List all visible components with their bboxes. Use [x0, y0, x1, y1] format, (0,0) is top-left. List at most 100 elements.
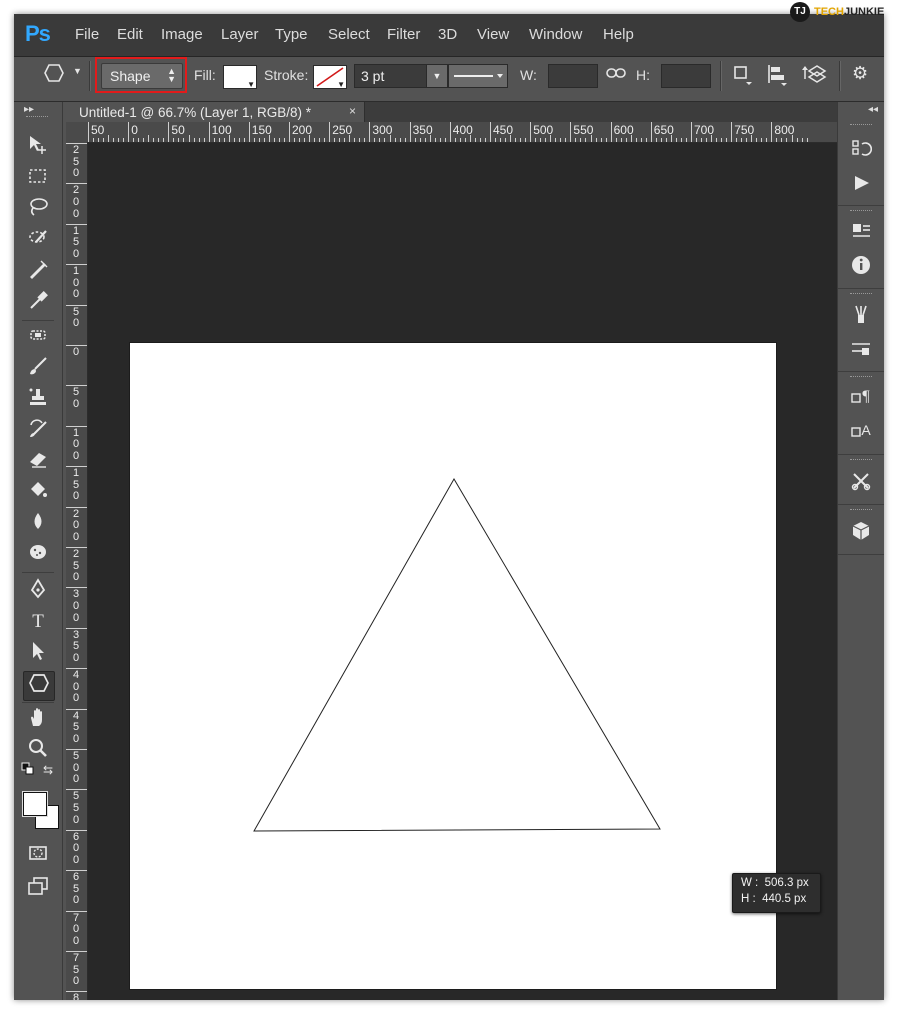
paint-bucket-tool-icon[interactable] — [23, 479, 53, 507]
ruler-minor-tick — [525, 138, 527, 142]
pen-tool-icon[interactable] — [23, 578, 53, 606]
ruler-minor-tick — [118, 138, 120, 142]
ruler-minor-tick — [761, 138, 763, 142]
menu-select[interactable]: Select — [328, 26, 370, 43]
polygon-tool-icon[interactable] — [23, 671, 55, 701]
ruler-minor-tick — [469, 135, 471, 142]
menu-help[interactable]: Help — [603, 26, 634, 43]
menu-3d[interactable]: 3D — [438, 26, 457, 43]
path-operations-icon[interactable] — [732, 64, 754, 91]
expand-panel-icon[interactable]: ▸▸ — [24, 104, 34, 115]
quick-selection-tool-icon[interactable] — [23, 227, 53, 255]
move-tool-icon[interactable] — [23, 134, 53, 162]
gear-icon[interactable]: ⚙ — [852, 63, 868, 84]
lasso-tool-icon[interactable] — [23, 196, 53, 224]
sponge-tool-icon[interactable] — [23, 541, 53, 569]
tools-panel: ▸▸ T ⇆ — [14, 102, 63, 1000]
marquee-tool-icon[interactable] — [23, 165, 53, 193]
menu-image[interactable]: Image — [161, 26, 203, 43]
3d-panel-icon[interactable] — [846, 520, 876, 548]
paragraph-styles-icon[interactable]: ¶ — [846, 386, 876, 414]
ruler-tick — [66, 547, 87, 548]
brush-presets-icon[interactable] — [846, 303, 876, 331]
history-brush-tool-icon[interactable] — [23, 417, 53, 445]
hand-tool-icon[interactable] — [23, 706, 53, 734]
document-tab[interactable]: Untitled-1 @ 66.7% (Layer 1, RGB/8) * × — [66, 102, 365, 122]
panel-grip — [850, 459, 872, 463]
panel-grip — [850, 293, 872, 297]
clone-stamp-tool-icon[interactable] — [23, 386, 53, 414]
ruler-minor-tick — [575, 138, 577, 142]
default-colors-icon[interactable] — [20, 762, 36, 778]
healing-brush-tool-icon[interactable] — [23, 324, 53, 352]
stroke-width-dropdown[interactable]: ▼ — [426, 64, 448, 88]
ruler-minor-tick — [585, 138, 587, 142]
preset-chevron-down-icon[interactable]: ▼ — [73, 66, 82, 76]
ruler-minor-tick — [716, 138, 718, 142]
eraser-tool-icon[interactable] — [23, 448, 53, 476]
height-field[interactable] — [661, 64, 711, 88]
zoom-tool-icon[interactable] — [23, 737, 53, 765]
width-field[interactable] — [548, 64, 598, 88]
ruler-tick — [128, 122, 130, 142]
menu-layer[interactable]: Layer — [221, 26, 259, 43]
menu-view[interactable]: View — [477, 26, 509, 43]
vertical-ruler[interactable]: 250 200 150 100 50 0 50 100 150 200 250 300 350 400 45… — [66, 142, 88, 1000]
menu-window[interactable]: Window — [529, 26, 582, 43]
brush-tool-icon[interactable] — [23, 355, 53, 383]
character-styles-icon[interactable]: A — [846, 420, 876, 448]
canvas[interactable] — [129, 342, 777, 990]
path-arrangement-icon[interactable] — [801, 63, 827, 92]
quick-mask-icon[interactable] — [23, 842, 53, 870]
stroke-type-dropdown[interactable] — [448, 64, 508, 88]
triangle-shape[interactable] — [130, 343, 776, 989]
properties-panel-icon[interactable] — [846, 220, 876, 248]
panel-grip — [850, 210, 872, 214]
screen-mode-icon[interactable] — [23, 875, 53, 903]
menu-bar: Ps File Edit Image Layer Type Select Fil… — [14, 14, 884, 57]
menu-filter[interactable]: Filter — [387, 26, 420, 43]
stroke-label: Stroke: — [264, 67, 309, 83]
ruler-minor-tick — [278, 138, 280, 142]
close-icon[interactable]: × — [349, 104, 356, 118]
ruler-minor-tick — [590, 135, 592, 142]
blur-tool-icon[interactable] — [23, 510, 53, 538]
history-panel-icon[interactable] — [846, 138, 876, 166]
menu-file[interactable]: File — [75, 26, 99, 43]
ruler-tick — [66, 385, 87, 387]
type-tool-icon[interactable]: T — [23, 609, 53, 637]
svg-text:¶: ¶ — [862, 388, 870, 405]
collapse-panel-icon[interactable]: ◂◂ — [868, 104, 878, 115]
ruler-minor-tick — [721, 138, 723, 142]
fill-swatch[interactable]: ▼ — [223, 65, 257, 89]
ruler-minor-tick — [675, 138, 677, 142]
crop-slice-tool-icon[interactable] — [23, 258, 53, 286]
link-icon[interactable] — [606, 64, 626, 87]
actions-play-icon[interactable] — [846, 172, 876, 200]
eyedropper-tool-icon[interactable] — [23, 289, 53, 317]
ruler-minor-tick — [660, 138, 662, 142]
menu-edit[interactable]: Edit — [117, 26, 143, 43]
ruler-minor-tick — [294, 138, 296, 142]
clone-source-icon[interactable] — [846, 337, 876, 365]
ruler-minor-tick — [535, 138, 537, 142]
foreground-color-swatch[interactable] — [23, 792, 47, 816]
stroke-swatch[interactable]: ▼ — [313, 65, 347, 89]
info-icon[interactable] — [846, 254, 876, 282]
stroke-width-field[interactable]: 3 pt — [354, 64, 428, 88]
menu-type[interactable]: Type — [275, 26, 308, 43]
ruler-origin[interactable] — [66, 122, 89, 143]
ruler-minor-tick — [93, 138, 95, 142]
ruler-minor-tick — [630, 135, 632, 142]
ruler-minor-tick — [334, 138, 336, 142]
ruler-minor-tick — [394, 138, 396, 142]
path-selection-tool-icon[interactable] — [23, 640, 53, 668]
horizontal-ruler[interactable]: 50 0 50 100 150 200 250 300 350 400 450 500 550 600 65… — [88, 122, 838, 143]
swap-colors-icon[interactable]: ⇆ — [40, 762, 56, 778]
polygon-tool-preset-icon[interactable] — [44, 64, 64, 87]
tool-presets-icon[interactable] — [846, 470, 876, 498]
panel-divider — [838, 504, 884, 505]
panel-grip — [850, 509, 872, 513]
ruler-minor-tick — [228, 135, 230, 142]
path-alignment-icon[interactable] — [766, 63, 788, 92]
